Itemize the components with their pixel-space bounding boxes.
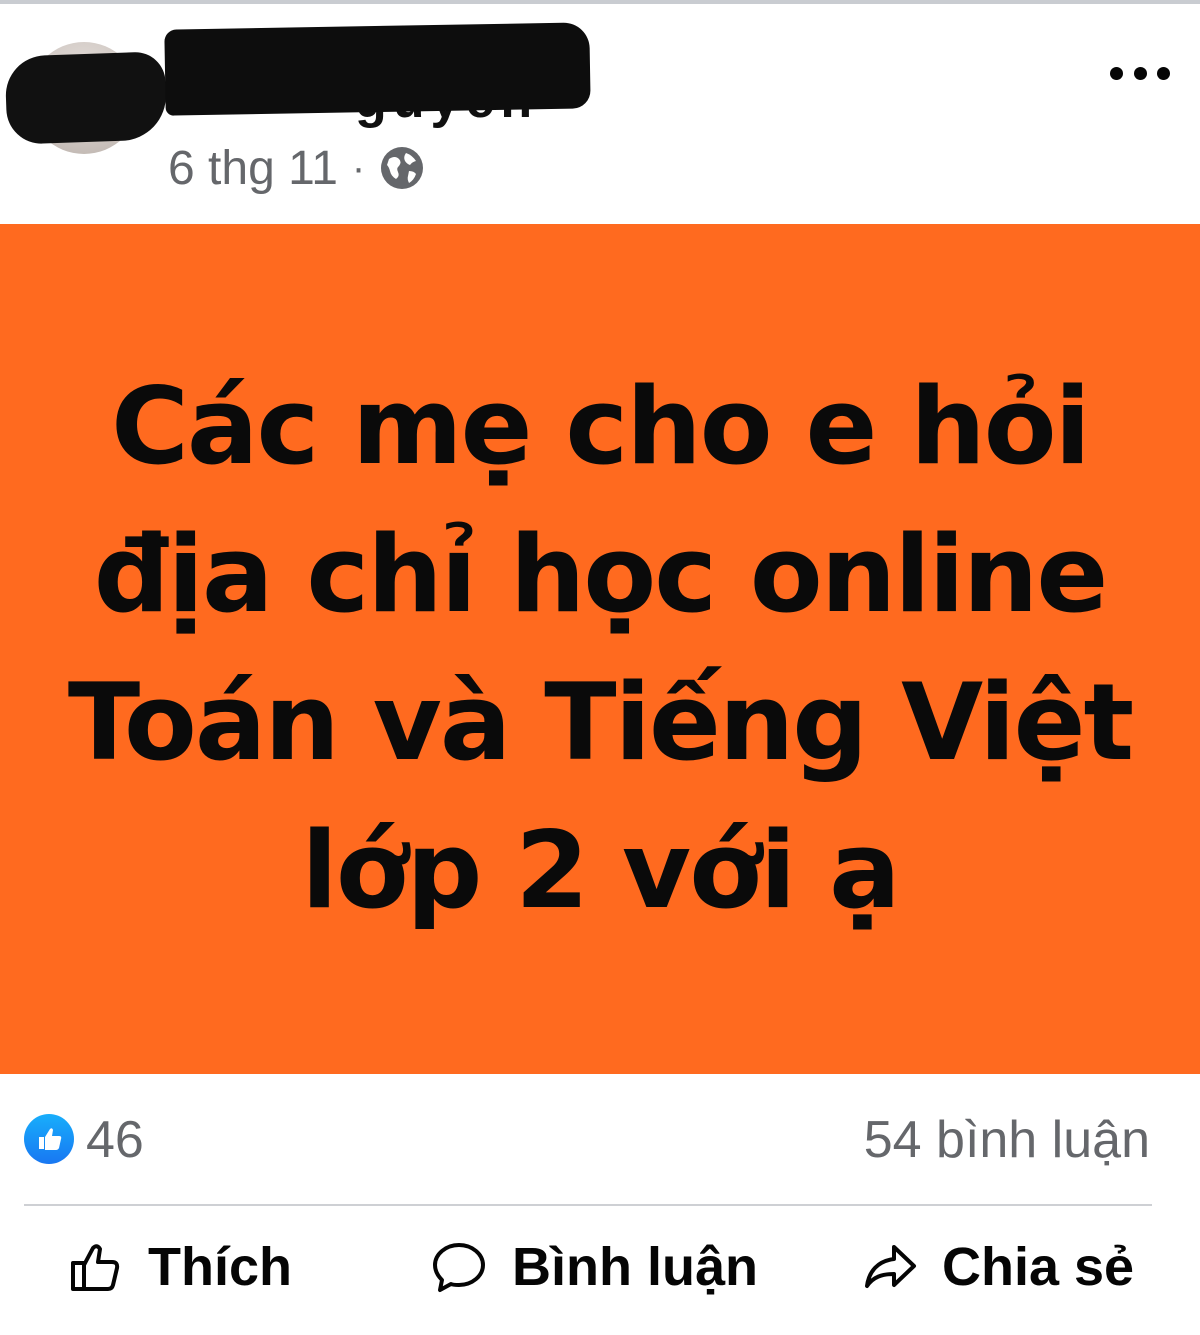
share-arrow-icon bbox=[865, 1245, 916, 1288]
meta-separator: · bbox=[351, 145, 366, 190]
share-button[interactable]: Chia sẻ bbox=[862, 1232, 1134, 1302]
like-count[interactable]: 46 bbox=[86, 1110, 144, 1170]
share-label: Chia sẻ bbox=[942, 1237, 1135, 1297]
comment-count[interactable]: 54 bình luận bbox=[864, 1110, 1150, 1170]
post-date[interactable]: 6 thg 11 bbox=[168, 141, 338, 196]
author-name-redaction[interactable] bbox=[164, 22, 591, 116]
reaction-summary: 46 54 bình luận bbox=[0, 1074, 1200, 1204]
avatar-redaction bbox=[4, 51, 168, 145]
post-image-text: Các mẹ cho e hỏi địa chỉ học online Toán… bbox=[67, 365, 1134, 932]
like-button[interactable]: Thích bbox=[68, 1232, 292, 1302]
post-actions: Thích Bình luận Chia sẻ bbox=[0, 1206, 1200, 1326]
like-reaction-icon[interactable] bbox=[24, 1114, 74, 1164]
post-header: guyen 6 thg 11 · bbox=[0, 4, 1200, 224]
post-image[interactable]: Các mẹ cho e hỏi địa chỉ học online Toán… bbox=[0, 224, 1200, 1074]
thumbs-up-icon bbox=[71, 1244, 120, 1291]
like-label: Thích bbox=[148, 1237, 292, 1297]
post-meta: 6 thg 11 · bbox=[168, 140, 425, 196]
comment-bubble-icon bbox=[433, 1243, 485, 1292]
comment-button[interactable]: Bình luận bbox=[430, 1232, 758, 1302]
comment-label: Bình luận bbox=[512, 1237, 758, 1297]
globe-icon[interactable] bbox=[379, 145, 425, 191]
more-options-icon[interactable] bbox=[1110, 56, 1170, 90]
